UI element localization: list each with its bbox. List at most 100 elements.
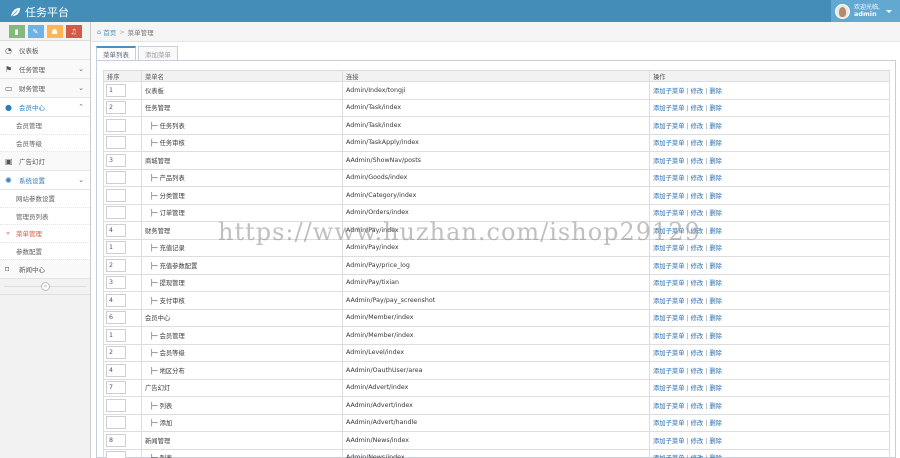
add-child-menu-link[interactable]: 添加子菜单 [653,245,684,252]
delete-link[interactable]: 删除 [709,420,722,427]
add-child-menu-link[interactable]: 添加子菜单 [653,350,684,357]
sidebar-item-ads[interactable]: ▣ 广告幻灯 [0,152,90,171]
delete-link[interactable]: 删除 [709,88,722,95]
sidebar-subitem-member-level[interactable]: 会员等级 [0,134,90,152]
delete-link[interactable]: 删除 [709,210,722,217]
sort-input[interactable]: 6 [106,311,126,325]
sort-input[interactable]: 4 [106,363,126,377]
user-menu[interactable]: 欢迎光临, admin [831,0,900,22]
sort-input[interactable] [106,136,126,150]
sidebar-item-dashboard[interactable]: ◔ 仪表板 [0,41,90,60]
add-child-menu-link[interactable]: 添加子菜单 [653,88,684,95]
tab-add-menu[interactable]: 添加菜单 [138,46,178,61]
add-child-menu-link[interactable]: 添加子菜单 [653,315,684,322]
add-child-menu-link[interactable]: 添加子菜单 [653,123,684,130]
sort-input[interactable]: 2 [106,258,126,272]
sort-input[interactable] [106,188,126,202]
delete-link[interactable]: 删除 [709,403,722,410]
edit-link[interactable]: 修改 [691,315,704,322]
edit-link[interactable]: 修改 [691,140,704,147]
edit-link[interactable]: 修改 [691,350,704,357]
edit-link[interactable]: 修改 [691,368,704,375]
edit-link[interactable]: 修改 [691,385,704,392]
sort-input[interactable] [106,171,126,185]
add-child-menu-link[interactable]: 添加子菜单 [653,193,684,200]
delete-link[interactable]: 删除 [709,158,722,165]
sort-input[interactable]: 8 [106,433,126,447]
add-child-menu-link[interactable]: 添加子菜单 [653,403,684,410]
delete-link[interactable]: 删除 [709,123,722,130]
delete-link[interactable]: 删除 [709,175,722,182]
brand[interactable]: 任务平台 [10,4,69,20]
delete-link[interactable]: 删除 [709,298,722,305]
sidebar-subitem-site-params[interactable]: 网站参数设置 [0,190,90,208]
add-child-menu-link[interactable]: 添加子菜单 [653,420,684,427]
add-child-menu-link[interactable]: 添加子菜单 [653,280,684,287]
delete-link[interactable]: 删除 [709,280,722,287]
sidebar-subitem-menu-mgmt[interactable]: 菜单管理 [0,225,90,243]
sort-input[interactable] [106,398,126,412]
delete-link[interactable]: 删除 [709,228,722,235]
sidebar-subitem-member-mgmt[interactable]: 会员管理 [0,117,90,135]
add-child-menu-link[interactable]: 添加子菜单 [653,298,684,305]
delete-link[interactable]: 删除 [709,333,722,340]
sort-input[interactable] [106,118,126,132]
delete-link[interactable]: 删除 [709,245,722,252]
edit-link[interactable]: 修改 [691,175,704,182]
sidebar-subitem-param-config[interactable]: 参数配置 [0,242,90,260]
sort-input[interactable]: 1 [106,241,126,255]
edit-link[interactable]: 修改 [691,158,704,165]
sidebar-item-task-mgmt[interactable]: ⚑ 任务管理 ⌄ [0,60,90,79]
sidebar-item-news[interactable]: ⌑ 新闻中心 [0,260,90,279]
edit-link[interactable]: 修改 [691,403,704,410]
sort-input[interactable] [106,206,126,220]
add-child-menu-link[interactable]: 添加子菜单 [653,368,684,375]
edit-link[interactable]: 修改 [691,105,704,112]
sort-input[interactable]: 3 [106,153,126,167]
sidebar-item-system[interactable]: ✺ 系统设置 ⌄ [0,171,90,190]
edit-link[interactable]: 修改 [691,193,704,200]
add-child-menu-link[interactable]: 添加子菜单 [653,438,684,445]
delete-link[interactable]: 删除 [709,193,722,200]
edit-link[interactable]: 修改 [691,210,704,217]
add-child-menu-link[interactable]: 添加子菜单 [653,333,684,340]
delete-link[interactable]: 删除 [709,350,722,357]
edit-link[interactable]: 修改 [691,280,704,287]
delete-link[interactable]: 删除 [709,368,722,375]
sort-input[interactable] [106,451,126,458]
edit-link[interactable]: 修改 [691,298,704,305]
edit-link[interactable]: 修改 [691,123,704,130]
sort-input[interactable]: 7 [106,381,126,395]
breadcrumb-home-link[interactable]: 首页 [103,27,116,37]
add-child-menu-link[interactable]: 添加子菜单 [653,263,684,270]
edit-link[interactable]: 修改 [691,438,704,445]
sort-input[interactable]: 3 [106,276,126,290]
edit-link[interactable]: 修改 [691,88,704,95]
sort-input[interactable]: 2 [106,101,126,115]
signal-icon[interactable]: ▮ [8,25,25,38]
add-child-menu-link[interactable]: 添加子菜单 [653,140,684,147]
edit-link[interactable]: 修改 [691,333,704,340]
add-child-menu-link[interactable]: 添加子菜单 [653,210,684,217]
pencil-icon[interactable]: ✎ [27,25,44,38]
delete-link[interactable]: 删除 [709,315,722,322]
sidebar-subitem-admin-list[interactable]: 管理员列表 [0,207,90,225]
sort-input[interactable]: 4 [106,223,126,237]
sort-input[interactable]: 4 [106,293,126,307]
add-child-menu-link[interactable]: 添加子菜单 [653,228,684,235]
bell-icon[interactable]: ♫ [65,25,82,38]
delete-link[interactable]: 删除 [709,438,722,445]
tab-menu-list[interactable]: 菜单列表 [96,46,136,61]
sort-input[interactable]: 1 [106,328,126,342]
add-child-menu-link[interactable]: 添加子菜单 [653,105,684,112]
delete-link[interactable]: 删除 [709,140,722,147]
delete-link[interactable]: 删除 [709,385,722,392]
delete-link[interactable]: 删除 [709,105,722,112]
delete-link[interactable]: 删除 [709,263,722,270]
sort-input[interactable] [106,416,126,430]
add-child-menu-link[interactable]: 添加子菜单 [653,158,684,165]
users-icon[interactable]: ☗ [46,25,63,38]
edit-link[interactable]: 修改 [691,263,704,270]
add-child-menu-link[interactable]: 添加子菜单 [653,175,684,182]
sidebar-item-finance[interactable]: ▭ 财务管理 ⌄ [0,79,90,98]
